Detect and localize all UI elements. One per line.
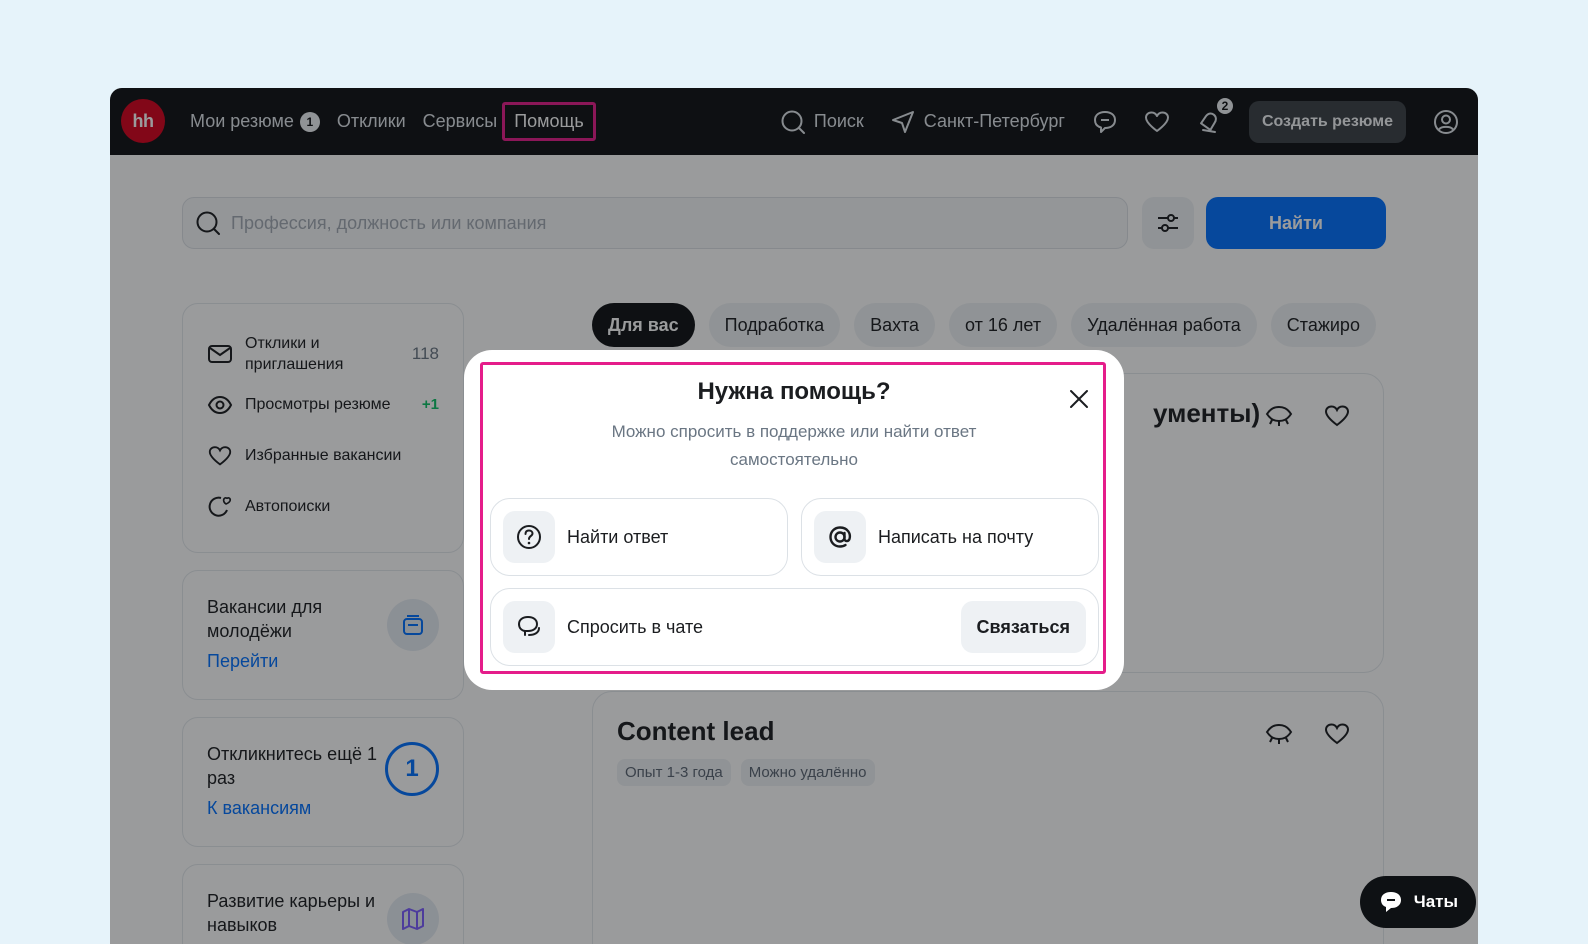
close-icon[interactable] bbox=[1066, 386, 1092, 412]
contact-button[interactable]: Связаться bbox=[960, 601, 1086, 653]
browser-frame: hh Мои резюме 1 Отклики Сервисы Помощь П… bbox=[110, 88, 1478, 944]
email-label: Написать на почту bbox=[878, 526, 1034, 547]
email-option[interactable]: Написать на почту bbox=[801, 498, 1099, 576]
at-sign-icon bbox=[814, 511, 866, 563]
chat-bubble-icon bbox=[1378, 889, 1404, 915]
chat-option-label: Спросить в чате bbox=[567, 616, 704, 637]
modal-title: Нужна помощь? bbox=[697, 378, 891, 405]
help-modal: Нужна помощь? Можно спросить в поддержке… bbox=[464, 350, 1124, 690]
chat-bubble-icon bbox=[503, 601, 555, 653]
find-answer-option[interactable]: Найти ответ bbox=[490, 498, 788, 576]
chats-button[interactable]: Чаты bbox=[1359, 876, 1476, 928]
find-answer-label: Найти ответ bbox=[567, 526, 669, 547]
chats-label: Чаты bbox=[1413, 892, 1458, 911]
chat-option[interactable]: Спросить в чате Связаться bbox=[490, 588, 1099, 666]
question-circle-icon bbox=[503, 511, 555, 563]
modal-subtitle: Можно спросить в поддержке или найти отв… bbox=[611, 422, 977, 469]
